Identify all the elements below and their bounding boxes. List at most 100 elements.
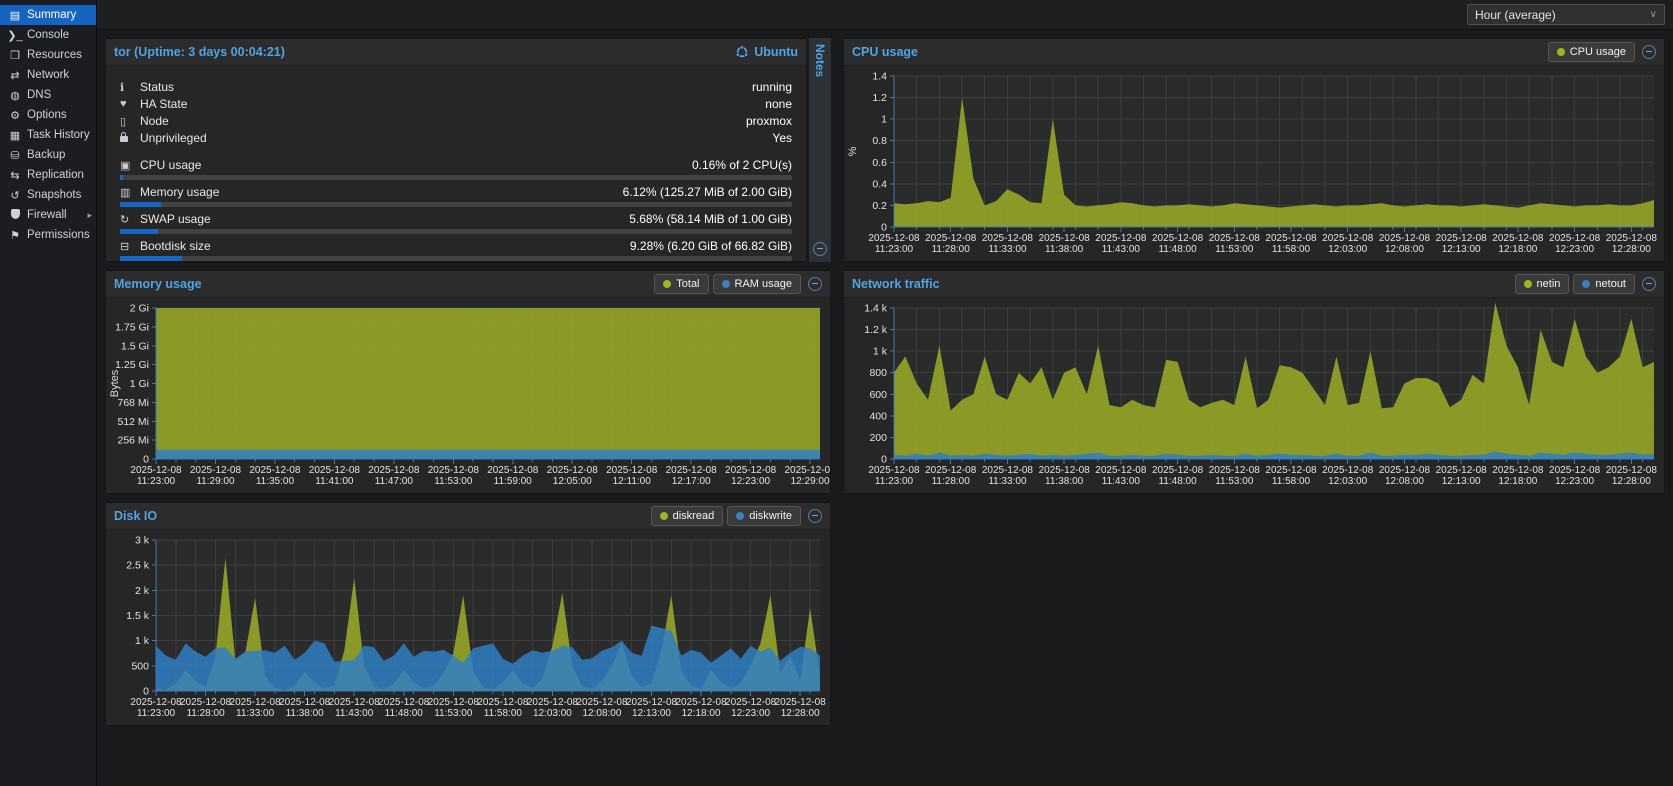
svg-text:12:18:00: 12:18:00 xyxy=(682,708,721,719)
svg-text:11:43:00: 11:43:00 xyxy=(1102,476,1141,487)
status-row: ▯Nodeproxmox xyxy=(120,113,792,129)
svg-text:12:29:00: 12:29:00 xyxy=(791,476,830,487)
svg-text:2025-12-08: 2025-12-08 xyxy=(925,465,977,476)
flag-icon: ⚑ xyxy=(7,229,23,242)
status-row-label: HA State xyxy=(140,97,187,111)
svg-text:2025-12-08: 2025-12-08 xyxy=(1209,465,1261,476)
sidebar-item-label: Resources xyxy=(27,49,82,61)
svg-text:11:23:00: 11:23:00 xyxy=(137,708,176,719)
svg-text:1.4 k: 1.4 k xyxy=(864,303,888,315)
sidebar-item-options[interactable]: ⚙Options xyxy=(0,105,96,125)
svg-text:2025-12-08: 2025-12-08 xyxy=(1039,233,1091,244)
legend-item-diskwrite[interactable]: diskwrite xyxy=(727,506,801,526)
progress-track xyxy=(120,175,792,180)
svg-text:11:23:00: 11:23:00 xyxy=(875,244,914,255)
collapse-panel-icon[interactable] xyxy=(1642,45,1656,59)
svg-text:1 Gi: 1 Gi xyxy=(130,378,149,390)
svg-text:2025-12-08: 2025-12-08 xyxy=(675,697,727,708)
svg-text:2025-12-08: 2025-12-08 xyxy=(868,465,920,476)
collapse-notes-icon[interactable] xyxy=(813,242,827,256)
disk-chart: 05001 k1.5 k2 k2.5 k3 k2025-12-0811:23:0… xyxy=(106,530,830,725)
sidebar-item-snapshots[interactable]: ↺Snapshots xyxy=(0,185,96,205)
collapse-panel-icon[interactable] xyxy=(808,277,822,291)
svg-text:12:18:00: 12:18:00 xyxy=(1498,244,1537,255)
summary-icon: ▤ xyxy=(7,9,23,22)
svg-text:2025-12-08: 2025-12-08 xyxy=(1322,233,1374,244)
svg-text:2025-12-08: 2025-12-08 xyxy=(1039,465,1091,476)
sidebar-item-backup[interactable]: ⛁Backup xyxy=(0,145,96,165)
svg-text:11:23:00: 11:23:00 xyxy=(137,476,176,487)
svg-text:11:53:00: 11:53:00 xyxy=(1215,244,1254,255)
legend-item-netout[interactable]: netout xyxy=(1573,274,1635,294)
svg-text:11:33:00: 11:33:00 xyxy=(988,244,1027,255)
cpu-panel-title: CPU usage xyxy=(852,45,918,59)
legend-item-total[interactable]: Total xyxy=(654,274,708,294)
notes-panel[interactable]: Notes xyxy=(809,38,831,262)
network-panel-header: Network traffic netinnetout xyxy=(844,271,1664,298)
status-row-label: Unprivileged xyxy=(140,131,207,145)
progress-fill xyxy=(120,175,123,180)
legend-item-cpu-usage[interactable]: CPU usage xyxy=(1548,42,1635,62)
sidebar-item-network[interactable]: ⇄ Network xyxy=(0,65,96,85)
svg-text:12:28:00: 12:28:00 xyxy=(781,708,820,719)
status-panel-header: tor (Uptime: 3 days 00:04:21) Ubuntu xyxy=(106,39,806,66)
legend-label: RAM usage xyxy=(735,278,792,290)
collapse-panel-icon[interactable] xyxy=(1642,277,1656,291)
os-label: Ubuntu xyxy=(754,45,798,59)
sidebar-item-replication[interactable]: ⇆Replication xyxy=(0,165,96,185)
svg-text:12:18:00: 12:18:00 xyxy=(1498,476,1537,487)
status-row-label: Node xyxy=(140,114,169,128)
svg-text:2025-12-08: 2025-12-08 xyxy=(1379,465,1431,476)
timeframe-select[interactable]: Hour (average) ∨ xyxy=(1467,4,1665,25)
sidebar-item-permissions[interactable]: ⚑Permissions xyxy=(0,225,96,245)
network-traffic-panel: Network traffic netinnetout 020040060080… xyxy=(843,270,1665,494)
svg-text:500: 500 xyxy=(131,660,149,672)
memory-panel-header: Memory usage TotalRAM usage xyxy=(106,271,830,298)
sidebar-item-task-history[interactable]: ▦Task History xyxy=(0,125,96,145)
network-chart: 02004006008001 k1.2 k1.4 k2025-12-0811:2… xyxy=(844,298,1664,493)
svg-text:600: 600 xyxy=(869,389,887,401)
svg-text:2025-12-08: 2025-12-08 xyxy=(130,697,182,708)
memory-chart: 0256 Mi512 Mi768 Mi1 Gi1.25 Gi1.5 Gi1.75… xyxy=(106,298,830,493)
svg-text:12:03:00: 12:03:00 xyxy=(1328,476,1367,487)
status-row-value: none xyxy=(765,97,792,111)
svg-text:2025-12-08: 2025-12-08 xyxy=(1492,465,1544,476)
svg-text:256 Mi: 256 Mi xyxy=(117,435,149,447)
svg-text:11:23:00: 11:23:00 xyxy=(875,476,914,487)
chevron-right-icon: ▸ xyxy=(87,210,92,221)
sidebar-item-resources[interactable]: ❒ Resources xyxy=(0,45,96,65)
replication-icon: ⇆ xyxy=(7,169,23,182)
sidebar-item-dns[interactable]: ◍DNS xyxy=(0,85,96,105)
status-row-value: running xyxy=(752,80,792,94)
svg-text:12:11:00: 12:11:00 xyxy=(613,476,652,487)
svg-text:12:13:00: 12:13:00 xyxy=(632,708,671,719)
svg-text:2025-12-08: 2025-12-08 xyxy=(1492,233,1544,244)
svg-text:11:47:00: 11:47:00 xyxy=(375,476,414,487)
svg-text:0: 0 xyxy=(881,222,887,234)
proxmox-app: ▤Summary❯_Console ❒ Resources ⇄ Network ◍DNS⚙… xyxy=(0,0,1673,786)
sidebar-item-summary[interactable]: ▤Summary xyxy=(0,5,96,25)
network-icon: ⇄ xyxy=(7,69,23,82)
sidebar-item-label: Snapshots xyxy=(27,189,81,201)
meter-row: ⊟Bootdisk size9.28% (6.20 GiB of 66.82 G… xyxy=(120,238,792,254)
svg-text:2025-12-08: 2025-12-08 xyxy=(1379,233,1431,244)
svg-text:12:23:00: 12:23:00 xyxy=(1555,244,1594,255)
sidebar-item-label: Network xyxy=(27,69,69,81)
legend-item-diskread[interactable]: diskread xyxy=(651,506,724,526)
status-row-value: Yes xyxy=(772,131,792,145)
node-icon: ▯ xyxy=(120,115,140,128)
collapse-panel-icon[interactable] xyxy=(808,509,822,523)
meter-value: 9.28% (6.20 GiB of 66.82 GiB) xyxy=(630,239,792,253)
meter-value: 0.16% of 2 CPU(s) xyxy=(692,158,792,172)
progress-fill xyxy=(120,256,182,261)
svg-text:2.5 k: 2.5 k xyxy=(126,560,150,572)
legend-item-ram-usage[interactable]: RAM usage xyxy=(713,274,801,294)
sidebar-item-console[interactable]: ❯_Console xyxy=(0,25,96,45)
legend-item-netin[interactable]: netin xyxy=(1515,274,1570,294)
svg-text:11:48:00: 11:48:00 xyxy=(1158,476,1197,487)
resources-icon: ❒ xyxy=(7,49,23,62)
network-panel-title: Network traffic xyxy=(852,277,940,291)
svg-text:2025-12-08: 2025-12-08 xyxy=(279,697,331,708)
sidebar-item-firewall[interactable]: Firewall▸ xyxy=(0,205,96,225)
svg-text:1 k: 1 k xyxy=(873,346,888,358)
